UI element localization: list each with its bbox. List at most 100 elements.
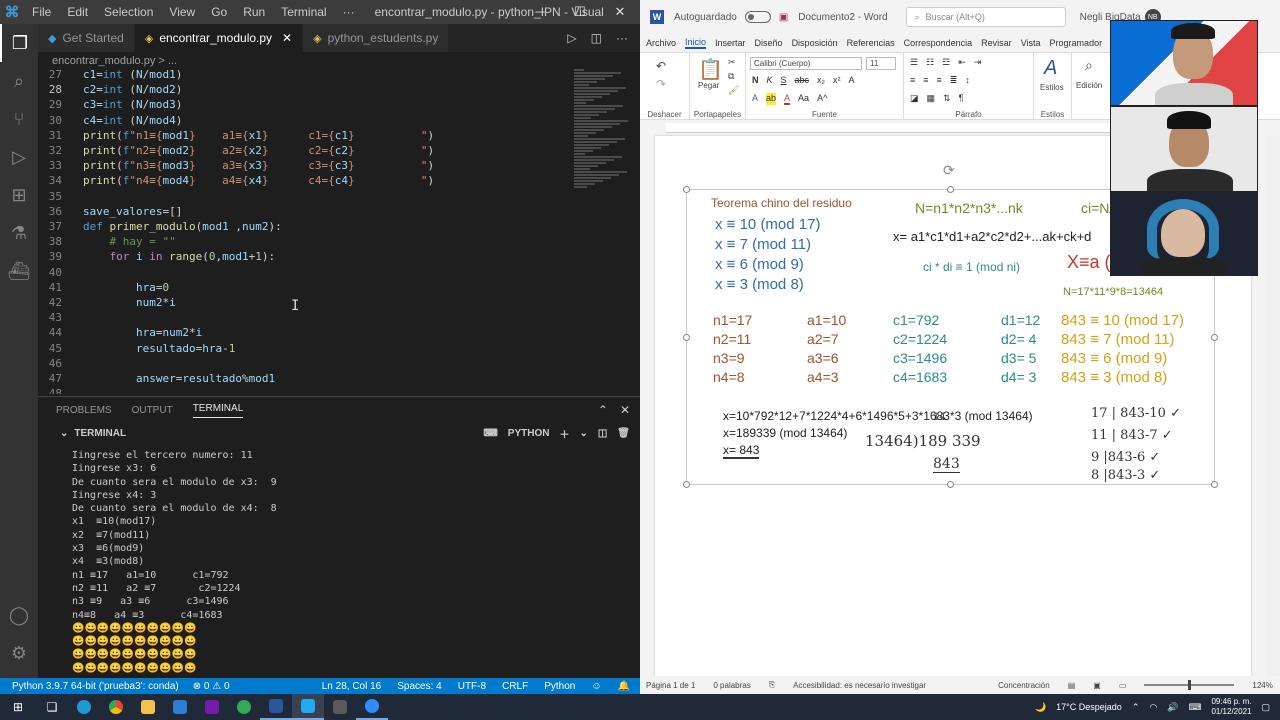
encoding-status[interactable]: UTF-8 [458, 681, 486, 692]
web-layout-icon[interactable]: ▭ [1119, 681, 1127, 690]
tab-encontrar-modulo[interactable]: ◈ encontrar_modulo.py ✕ [134, 24, 304, 52]
code-line[interactable]: 45 resultado=hra-1 [38, 342, 578, 357]
resize-handle[interactable] [1211, 334, 1218, 341]
increase-indent-icon[interactable]: ⇥ [974, 57, 982, 68]
strikethrough-icon[interactable]: abc [795, 75, 810, 85]
minimap[interactable] [574, 68, 634, 198]
word-taskbar-icon[interactable] [260, 694, 292, 720]
find-icon[interactable]: ⌕ [1085, 57, 1093, 74]
cut-icon[interactable]: ✂ [728, 57, 736, 68]
autosave-toggle[interactable] [744, 11, 771, 23]
tab-python-estudents[interactable]: ◈ python_estudents.py [303, 24, 450, 52]
maximize-panel-icon[interactable]: ⌃ [598, 403, 608, 417]
zoom-icon[interactable] [356, 694, 388, 720]
code-line[interactable]: 38 # hay = "" [38, 235, 578, 250]
chrome-icon[interactable] [100, 694, 132, 720]
code-line[interactable]: 29 c3=int (N/mod3) [38, 98, 578, 113]
run-file-icon[interactable]: ▷ [567, 31, 576, 45]
page-count-status[interactable]: Página 1 de 1 [646, 681, 695, 690]
onenote-icon[interactable] [196, 694, 228, 720]
code-line[interactable]: 43 [38, 311, 578, 326]
resize-handle[interactable] [683, 334, 690, 341]
interpreter-status[interactable]: Python 3.9.7 64-bit ('prueba3': conda) [12, 681, 179, 692]
pilcrow-icon[interactable]: ¶ [959, 93, 964, 104]
code-editor[interactable]: 27 c1=int (N/mod1) 28 c2=int (N/mod2) 29 c3=i… [38, 68, 640, 394]
vscode-taskbar-icon[interactable] [292, 694, 324, 720]
format-painter-icon[interactable]: 🖌 [728, 85, 739, 96]
styles-button[interactable]: Estilos [1040, 83, 1064, 92]
code-line[interactable]: 48 [38, 387, 578, 394]
justify-icon[interactable]: ≣ [950, 75, 958, 86]
explorer-icon[interactable]: ❐ [0, 24, 38, 62]
menu-item[interactable]: Run [235, 5, 273, 19]
ribbon-tab[interactable]: Correspondencia [904, 38, 973, 48]
code-line[interactable]: 32 print(f"n2≡{mod2} a2≡{x2} c2={c2} ") [38, 144, 578, 159]
testing-icon[interactable]: ⚗ [0, 214, 38, 252]
ribbon-tab[interactable]: Inicio [685, 37, 707, 49]
chevron-down-icon[interactable]: ⌄ [579, 428, 587, 439]
code-line[interactable]: 35 [38, 190, 578, 205]
subscript-icon[interactable]: x₂ [817, 75, 825, 85]
vertical-scrollbar[interactable] [1266, 136, 1280, 676]
code-line[interactable]: 27 c1=int (N/mod1) [38, 68, 578, 83]
close-panel-icon[interactable]: ✕ [620, 403, 630, 417]
menu-item[interactable]: Selection [96, 5, 161, 19]
language-status[interactable]: Python [544, 681, 575, 692]
align-left-icon[interactable]: ≡ [910, 75, 915, 86]
split-editor-icon[interactable]: ◫ [591, 31, 602, 45]
proofing-icon[interactable]: ⎘ [769, 680, 775, 690]
resize-handle[interactable] [1211, 481, 1218, 488]
sort-icon[interactable]: ⇅ [943, 93, 951, 104]
code-line[interactable]: 28 c2=int (N/mod2) [38, 83, 578, 98]
language-icon[interactable]: ⌨ [1188, 702, 1201, 713]
code-line[interactable]: 37 def primer_modulo(mod1 ,num2): [38, 220, 578, 235]
print-layout-icon[interactable]: ▣ [1093, 681, 1101, 690]
code-line[interactable]: 39 for i in range(0,mod1+1): [38, 250, 578, 265]
code-line[interactable]: 33 print(f"n3≡{mod3} a3≡{x3} c3={c3} ") [38, 159, 578, 174]
notifications-icon[interactable]: 🔔 [618, 681, 630, 692]
split-terminal-icon[interactable]: ◫ [598, 428, 607, 439]
align-right-icon[interactable]: ≡ [937, 75, 942, 86]
resize-handle[interactable] [947, 481, 954, 488]
notifications-icon[interactable]: ▢ [1261, 702, 1270, 713]
read-mode-icon[interactable]: ▤ [1068, 681, 1076, 690]
shading-icon[interactable]: ◪ [910, 93, 919, 104]
highlight-icon[interactable]: ab [766, 93, 777, 105]
ribbon-tab[interactable]: Programador [1050, 38, 1103, 48]
font-color-icon[interactable]: A [784, 93, 791, 105]
weather-status[interactable]: 17°C Despejado [1056, 702, 1122, 712]
menu-item[interactable]: ··· [335, 5, 363, 19]
start-windows-icon[interactable]: ⊞ [0, 694, 36, 720]
minimize-icon[interactable]: ─ [520, 0, 560, 24]
ribbon-tab[interactable]: Insertar [715, 38, 746, 48]
new-terminal-icon[interactable]: ＋ [559, 426, 569, 441]
maximize-icon[interactable]: ☐ [560, 0, 600, 24]
numbering-icon[interactable]: ☷ [926, 57, 934, 68]
font-size-select[interactable]: 11 [866, 57, 896, 70]
borders-icon[interactable]: ▦ [927, 93, 936, 104]
cursor-position-status[interactable]: Ln 28, Col 16 [322, 681, 382, 692]
account-icon[interactable]: ◯ [0, 596, 38, 634]
multilevel-list-icon[interactable]: ☲ [942, 57, 950, 68]
code-line[interactable]: 42 num2*i [38, 296, 578, 311]
zoom-slider[interactable] [1144, 680, 1235, 690]
code-line[interactable]: 36 save_valores=[] [38, 205, 578, 220]
tab-terminal[interactable]: TERMINAL [192, 403, 244, 418]
menu-item[interactable]: View [161, 5, 203, 19]
focus-mode-button[interactable]: Concentración [998, 681, 1050, 690]
calculator-icon[interactable] [324, 694, 356, 720]
editing-button[interactable]: Edición [1076, 81, 1102, 90]
zoom-level[interactable]: 124% [1252, 681, 1272, 690]
ribbon-tab[interactable]: Revisar [981, 38, 1012, 48]
resize-handle[interactable] [683, 186, 690, 193]
docker-icon[interactable]: ⛴ [0, 252, 38, 290]
code-line[interactable]: 44 hra=num2*i [38, 326, 578, 341]
problems-status[interactable]: ⊗ 0 ⚠ 0 [193, 681, 230, 692]
network-icon[interactable]: ◠ [1149, 702, 1157, 713]
paste-button[interactable]: Pegar [698, 81, 719, 90]
paste-icon[interactable]: 📋 [698, 57, 723, 82]
volume-icon[interactable]: 🔊 [1167, 702, 1178, 713]
ribbon-tab[interactable]: Archivo [646, 38, 676, 48]
chevron-down-icon[interactable]: ⌄ [60, 428, 68, 439]
terminal-shell-select[interactable]: python [508, 428, 550, 439]
